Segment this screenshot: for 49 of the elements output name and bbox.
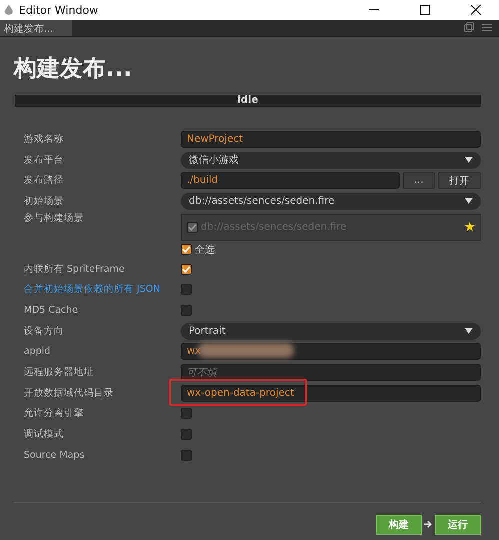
arrow-right-icon	[424, 520, 433, 530]
menu-icon	[481, 22, 493, 34]
checkbox[interactable]	[187, 222, 198, 233]
status-bar: idle	[15, 95, 481, 107]
dropdown[interactable]: db://assets/sences/seden.fire	[181, 192, 481, 210]
dropdown-arrow-icon	[465, 198, 473, 204]
field-label: 远程服务器地址	[24, 366, 95, 380]
open-button[interactable]: 打开	[438, 172, 481, 190]
field-label: 允许分离引擎	[24, 407, 85, 420]
field-label: 发布平台	[24, 154, 65, 167]
run-button[interactable]: 运行	[435, 514, 481, 535]
checkbox-label: 全选	[195, 244, 215, 257]
build-button[interactable]: 构建	[376, 514, 422, 535]
field-label: appid	[24, 346, 52, 358]
checkbox[interactable]	[181, 304, 192, 316]
input-field[interactable]: ./build	[181, 172, 400, 190]
maximize-icon	[420, 5, 430, 15]
checkbox[interactable]	[181, 450, 192, 461]
checkbox[interactable]	[181, 244, 192, 256]
dropdown-arrow-icon	[465, 328, 473, 334]
browse-button[interactable]: ...	[403, 172, 435, 190]
panel-heading: 构建发布...	[14, 55, 134, 83]
field-label: 内联所有 SpriteFrame	[24, 262, 126, 276]
input-field[interactable]: wx	[181, 343, 481, 360]
checkbox[interactable]	[181, 264, 192, 275]
checkbox[interactable]	[181, 429, 192, 440]
field-label: 发布路径	[24, 174, 65, 188]
app-icon	[4, 5, 14, 15]
field-label: 游戏名称	[24, 132, 65, 146]
input-field[interactable]: wx-open-data-project	[181, 384, 481, 402]
field-label: 开放数据域代码目录	[24, 386, 115, 400]
dropdown[interactable]: 微信小游戏	[181, 152, 481, 169]
checkbox[interactable]	[181, 408, 192, 420]
dropdown-arrow-icon	[465, 157, 473, 164]
close-icon	[471, 5, 481, 15]
field-label: MD5 Cache	[24, 304, 80, 316]
field-label: 参与构建场景	[24, 212, 85, 225]
field-label: 初始场景	[24, 194, 65, 208]
tab[interactable]: 构建发布...	[0, 20, 72, 36]
checkbox[interactable]	[181, 284, 192, 296]
option-link[interactable]: 合并初始场景依赖的所有 JSON	[24, 283, 181, 296]
field-label: 调试模式	[24, 428, 65, 442]
field-label: Source Maps	[24, 450, 86, 461]
dropdown[interactable]: Portrait	[181, 322, 481, 340]
field-label: 设备方向	[24, 324, 65, 338]
popout-icon	[463, 22, 475, 34]
window-title: Editor Window	[19, 4, 100, 16]
input-field[interactable]: NewProject	[181, 130, 481, 148]
star-icon	[465, 222, 475, 232]
